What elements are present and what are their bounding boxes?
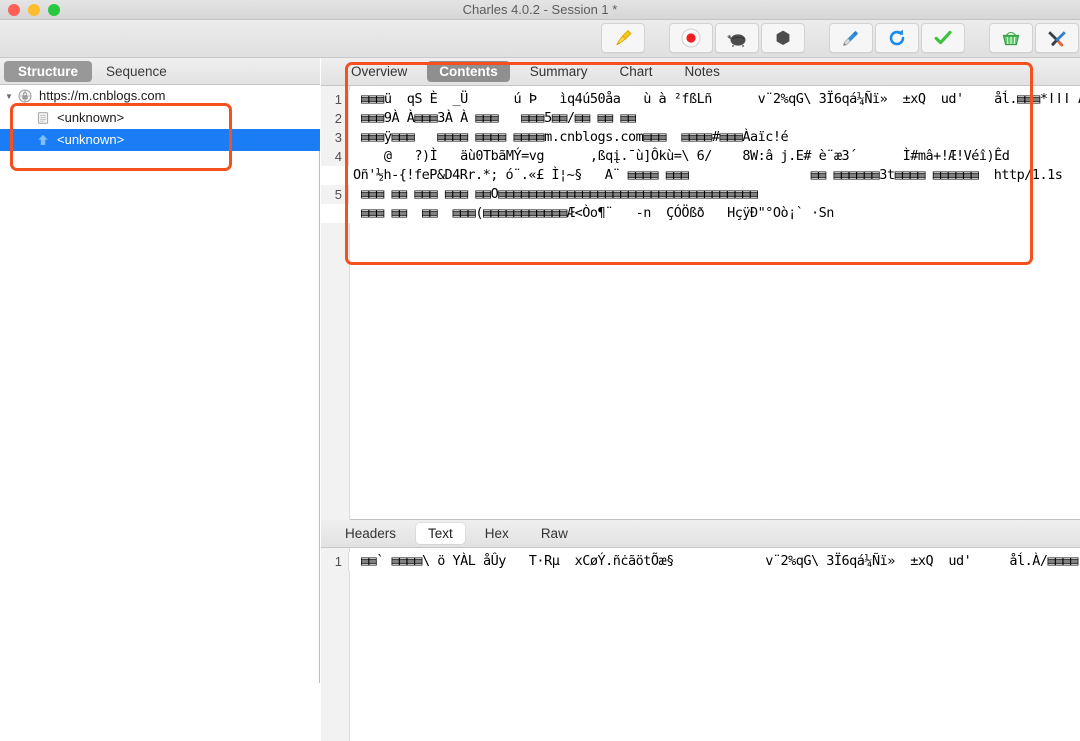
validate-check-icon	[932, 27, 954, 49]
basket-icon	[1000, 27, 1022, 49]
line-number: 4	[321, 147, 349, 166]
tab-notes[interactable]: Notes	[673, 61, 732, 82]
detail-pane: Overview Contents Summary Chart Notes 1 …	[321, 58, 1080, 683]
tab-raw[interactable]: Raw	[529, 523, 580, 544]
globe-lock-icon	[16, 88, 34, 104]
basket-button[interactable]	[989, 23, 1033, 53]
line-text: Oñ'½h-{!feP&D4Rr.*; ó¨.«£ Ì¦~§ A¨ ▤▤▤▤ ▤…	[349, 166, 1080, 185]
window-title: Charles 4.0.2 - Session 1 *	[0, 0, 1080, 20]
tab-text[interactable]: Text	[416, 523, 465, 544]
contents-line-4: 4 @ ?)Ì äù0TbãMÝ=vg ,ßqį.¯ù]Ôkù=\ 6/ 8W:…	[321, 147, 1080, 166]
tab-overview[interactable]: Overview	[339, 61, 419, 82]
sidebar-segmented-control: Structure Sequence	[0, 58, 320, 85]
toolbar-group-clear	[600, 23, 646, 53]
contents-line-5-wrap: ▤▤▤ ▤▤ ▤▤ ▤▤▤(▤▤▤▤▤▤▤▤▤▤▤Æ<Òo¶¨ -n ÇÓÖßð…	[321, 204, 1080, 223]
compose-request-button[interactable]	[829, 23, 873, 53]
repeat-refresh-icon	[886, 27, 908, 49]
body-line-1: 1 ▤▤` ▤▤▤▤\ ö YÀL åÛy T·Rµ xCøÝ.ñċãötÕæ§…	[321, 552, 1080, 571]
tree-item-unknown-1[interactable]: <unknown>	[0, 107, 320, 129]
line-number: 5	[321, 185, 349, 204]
session-tree: ▼ https://m.cnblogs.com <unknown>	[0, 85, 320, 151]
tab-chart[interactable]: Chart	[608, 61, 665, 82]
sidebar-tab-structure[interactable]: Structure	[4, 61, 92, 82]
line-number: 1	[321, 552, 349, 571]
chevron-down-icon[interactable]: ▼	[2, 92, 16, 101]
tree-item-unknown-2[interactable]: <unknown>	[0, 129, 320, 151]
compose-pen-icon	[840, 27, 862, 49]
line-text: ▤▤▤ ▤▤ ▤▤▤ ▤▤▤ ▤▤O▤▤▤▤▤▤▤▤▤▤▤▤▤▤▤▤▤▤▤▤▤▤…	[349, 185, 1080, 204]
main-toolbar	[0, 20, 1080, 58]
throttle-toggle-button[interactable]	[715, 23, 759, 53]
tree-item-unknown-1-label: <unknown>	[57, 111, 124, 125]
tab-hex[interactable]: Hex	[473, 523, 521, 544]
toolbar-group-request	[828, 23, 966, 53]
upload-arrow-icon	[34, 132, 52, 148]
window-titlebar: Charles 4.0.2 - Session 1 *	[0, 0, 1080, 20]
contents-line-5: 5 ▤▤▤ ▤▤ ▤▤▤ ▤▤▤ ▤▤O▤▤▤▤▤▤▤▤▤▤▤▤▤▤▤▤▤▤▤▤…	[321, 185, 1080, 204]
repeat-request-button[interactable]	[875, 23, 919, 53]
contents-viewer[interactable]: 1 ▤▤▤ü qS È _Ü ú Þ ìq4ú50åa ù à ²fßLñ v¨…	[321, 86, 1080, 520]
tree-item-host[interactable]: ▼ https://m.cnblogs.com	[0, 85, 320, 107]
breakpoints-toggle-button[interactable]	[761, 23, 805, 53]
tree-item-host-label: https://m.cnblogs.com	[39, 89, 165, 103]
line-text: ▤▤▤ÿ▤▤▤ ▤▤▤▤ ▤▤▤▤ ▤▤▤▤m.cnblogs.com▤▤▤ ▤…	[349, 128, 1080, 147]
tree-item-unknown-2-label: <unknown>	[57, 133, 124, 147]
contents-line-4-wrap: Oñ'½h-{!feP&D4Rr.*; ó¨.«£ Ì¦~§ A¨ ▤▤▤▤ ▤…	[321, 166, 1080, 185]
record-icon	[680, 27, 702, 49]
validate-button[interactable]	[921, 23, 965, 53]
contents-line-2: 2 ▤▤▤9À À▤▤▤3À À ▤▤▤ ▤▤▤5▤▤/▤▤ ▤▤ ▤▤	[321, 109, 1080, 128]
line-number: 1	[321, 90, 349, 109]
tools-button[interactable]	[1035, 23, 1079, 53]
broom-clear-icon	[612, 27, 634, 49]
body-tabbar: Headers Text Hex Raw	[321, 520, 1080, 548]
line-text: @ ?)Ì äù0TbãMÝ=vg ,ßqį.¯ù]Ôkù=\ 6/ 8W:â …	[349, 147, 1080, 166]
throttle-turtle-icon	[725, 28, 749, 48]
sidebar: Structure Sequence ▼ https://m.cnblogs.c…	[0, 58, 320, 683]
record-toggle-button[interactable]	[669, 23, 713, 53]
body-code-area: 1 ▤▤` ▤▤▤▤\ ö YÀL åÛy T·Rµ xCøÝ.ñċãötÕæ§…	[321, 552, 1080, 571]
toolbar-button-groups	[600, 23, 1080, 53]
tab-contents[interactable]: Contents	[427, 61, 510, 82]
body-gutter	[321, 548, 350, 741]
line-number: 2	[321, 109, 349, 128]
line-text: ▤▤▤ü qS È _Ü ú Þ ìq4ú50åa ù à ²fßLñ v¨2%…	[349, 90, 1080, 109]
line-text: ▤▤` ▤▤▤▤\ ö YÀL åÛy T·Rµ xCøÝ.ñċãötÕæ§ v…	[349, 552, 1080, 571]
sidebar-tab-sequence[interactable]: Sequence	[92, 61, 181, 82]
contents-code-area: 1 ▤▤▤ü qS È _Ü ú Þ ìq4ú50åa ù à ²fßLñ v¨…	[321, 90, 1080, 223]
breakpoint-hexagon-icon	[772, 27, 794, 49]
toolbar-group-session	[668, 23, 806, 53]
line-number: 3	[321, 128, 349, 147]
toolbar-group-tools	[988, 23, 1080, 53]
line-text: ▤▤▤9À À▤▤▤3À À ▤▤▤ ▤▤▤5▤▤/▤▤ ▤▤ ▤▤	[349, 109, 1080, 128]
document-icon	[34, 110, 52, 126]
contents-line-1: 1 ▤▤▤ü qS È _Ü ú Þ ìq4ú50åa ù à ²fßLñ v¨…	[321, 90, 1080, 109]
line-text: ▤▤▤ ▤▤ ▤▤ ▤▤▤(▤▤▤▤▤▤▤▤▤▤▤Æ<Òo¶¨ -n ÇÓÖßð…	[349, 204, 1080, 223]
tab-headers[interactable]: Headers	[333, 523, 408, 544]
detail-tabbar: Overview Contents Summary Chart Notes	[321, 58, 1080, 86]
tab-summary[interactable]: Summary	[518, 61, 600, 82]
contents-line-3: 3 ▤▤▤ÿ▤▤▤ ▤▤▤▤ ▤▤▤▤ ▤▤▤▤m.cnblogs.com▤▤▤…	[321, 128, 1080, 147]
clear-session-button[interactable]	[601, 23, 645, 53]
body-viewer[interactable]: 1 ▤▤` ▤▤▤▤\ ö YÀL åÛy T·Rµ xCøÝ.ñċãötÕæ§…	[321, 548, 1080, 741]
tools-wrench-icon	[1046, 27, 1068, 49]
